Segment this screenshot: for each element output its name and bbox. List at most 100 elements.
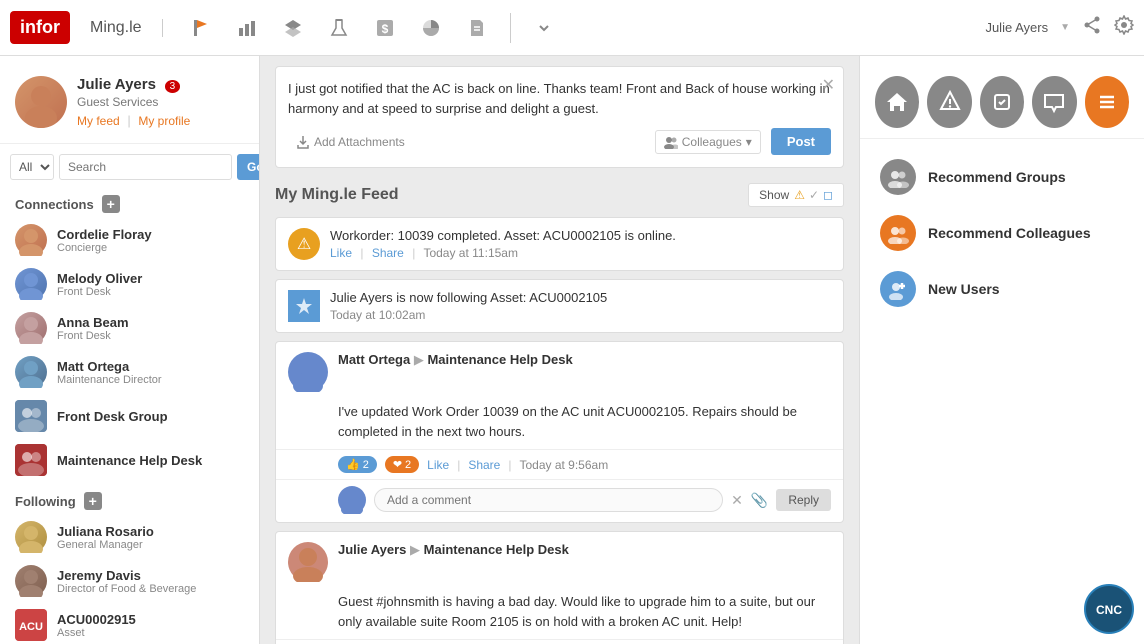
heart-reaction-button[interactable]: ❤2	[385, 456, 419, 473]
profile-section: Julie Ayers 3 Guest Services My feed | M…	[0, 66, 259, 144]
svg-text:$: $	[381, 22, 388, 36]
user-name[interactable]: Julie Ayers	[985, 20, 1048, 35]
share-link[interactable]: Share	[372, 246, 404, 260]
connection-maintenance-group[interactable]: Maintenance Help Desk	[0, 438, 259, 482]
like-link[interactable]: Like	[427, 458, 449, 472]
reply-button[interactable]: Reply	[776, 489, 831, 511]
connection-name: Matt Ortega	[57, 359, 162, 374]
header: infor Ming.le $	[0, 0, 1144, 56]
layers-icon[interactable]	[275, 10, 311, 46]
add-following-button[interactable]: +	[84, 492, 102, 510]
connection-name: Cordelie Floray	[57, 227, 152, 242]
show-label: Show	[759, 188, 789, 202]
new-users-label: New Users	[928, 281, 1000, 297]
compose-text: I just got notified that the AC is back …	[288, 79, 831, 118]
avatar	[15, 565, 47, 597]
feed-meta: Like | Share | Today at 11:15am	[330, 246, 831, 260]
new-users-item[interactable]: New Users	[860, 261, 1144, 317]
avatar	[15, 312, 47, 344]
connections-header: Connections +	[0, 185, 259, 218]
feed-actions: 👍2 ❤1 Like | Delete Post | Share | Today…	[276, 639, 843, 644]
alert-button[interactable]	[927, 76, 971, 128]
close-comment-icon[interactable]: ✕	[731, 492, 743, 509]
chevron-down-icon[interactable]	[526, 10, 562, 46]
list-button[interactable]	[1085, 76, 1129, 128]
feed-author[interactable]: Julie Ayers	[338, 542, 406, 557]
dollar-icon[interactable]: $	[367, 10, 403, 46]
my-profile-link[interactable]: My profile	[138, 114, 190, 128]
colleagues-chevron: ▾	[746, 135, 752, 149]
connection-frontdesk-group[interactable]: Front Desk Group	[0, 394, 259, 438]
comment-input[interactable]	[374, 488, 723, 512]
recommend-colleagues-label: Recommend Colleagues	[928, 225, 1091, 241]
share-link[interactable]: Share	[468, 458, 500, 472]
gear-icon[interactable]	[1114, 15, 1134, 40]
share-icon[interactable]	[1082, 15, 1102, 40]
group-avatar	[15, 400, 47, 432]
avatar	[338, 486, 366, 514]
recommend-colleagues-item[interactable]: Recommend Colleagues	[860, 205, 1144, 261]
task-button[interactable]	[980, 76, 1024, 128]
check-filter-icon[interactable]: ✓	[809, 188, 819, 202]
connection-name: Melody Oliver	[57, 271, 142, 286]
comment-row: ✕ 📎 Reply	[276, 479, 843, 522]
search-go-button[interactable]: Go	[237, 154, 260, 180]
following-name: Juliana Rosario	[57, 524, 154, 539]
pie-chart-icon[interactable]	[413, 10, 449, 46]
profile-info: Julie Ayers 3 Guest Services My feed | M…	[77, 76, 190, 128]
my-feed-link[interactable]: My feed	[77, 114, 120, 128]
following-title: Director of Food & Beverage	[57, 583, 196, 595]
flask-icon[interactable]	[321, 10, 357, 46]
add-connection-button[interactable]: +	[102, 195, 120, 213]
feed-author[interactable]: Matt Ortega	[338, 352, 410, 367]
connection-matt[interactable]: Matt Ortega Maintenance Director	[0, 350, 259, 394]
home-button[interactable]	[875, 76, 919, 128]
add-attachments-button[interactable]: Add Attachments	[288, 131, 413, 153]
feed-item: Julie Ayers is now following Asset: ACU0…	[275, 279, 844, 333]
flag-icon[interactable]	[183, 10, 219, 46]
feed-header: My Ming.le Feed Show ⚠ ✓ ◻	[275, 183, 844, 207]
recommend-groups-label: Recommend Groups	[928, 169, 1066, 185]
feed-group[interactable]: Maintenance Help Desk	[424, 542, 569, 557]
right-sidebar: Recommend Groups Recommend Colleagues Ne…	[859, 56, 1144, 644]
avatar	[15, 268, 47, 300]
following-juliana[interactable]: Juliana Rosario General Manager	[0, 515, 259, 559]
feed-group[interactable]: Maintenance Help Desk	[427, 352, 572, 367]
close-icon[interactable]: ✕	[822, 75, 835, 95]
search-filter[interactable]: All	[10, 154, 54, 180]
following-asset[interactable]: ACU ACU0002915 Asset	[0, 603, 259, 644]
file-icon[interactable]	[459, 10, 495, 46]
user-chevron[interactable]: ▼	[1060, 22, 1070, 33]
chat-filter-icon[interactable]: ◻	[823, 188, 833, 202]
infor-logo: infor	[10, 11, 70, 44]
feed-meta: Today at 10:02am	[330, 308, 831, 322]
nav-separator	[510, 13, 511, 43]
thumbs-reaction-button[interactable]: 👍2	[338, 456, 377, 473]
following-jeremy[interactable]: Jeremy Davis Director of Food & Beverage	[0, 559, 259, 603]
bar-chart-icon[interactable]	[229, 10, 265, 46]
profile-links: My feed | My profile	[77, 113, 190, 128]
colleagues-button[interactable]: Colleagues ▾	[655, 130, 761, 154]
post-button[interactable]: Post	[771, 128, 831, 155]
show-filter-button[interactable]: Show ⚠ ✓ ◻	[748, 183, 844, 207]
colleagues-label: Colleagues	[682, 135, 742, 149]
connection-melody[interactable]: Melody Oliver Front Desk	[0, 262, 259, 306]
search-input[interactable]	[59, 154, 232, 180]
header-right: Julie Ayers ▼	[985, 15, 1134, 40]
feed-body: Guest #johnsmith is having a bad day. Wo…	[276, 592, 843, 639]
recommend-section: Recommend Groups Recommend Colleagues Ne…	[860, 139, 1144, 327]
message-button[interactable]	[1032, 76, 1076, 128]
like-link[interactable]: Like	[330, 246, 352, 260]
avatar	[15, 521, 47, 553]
warning-filter-icon[interactable]: ⚠	[794, 188, 805, 202]
connection-cordelie[interactable]: Cordelie Floray Concierge	[0, 218, 259, 262]
recommend-groups-item[interactable]: Recommend Groups	[860, 149, 1144, 205]
profile-title: Guest Services	[77, 95, 190, 109]
attach-comment-icon[interactable]: 📎	[751, 492, 768, 509]
avatar	[15, 76, 67, 128]
group-avatar	[15, 444, 47, 476]
connection-anna[interactable]: Anna Beam Front Desk	[0, 306, 259, 350]
asset-avatar: ACU	[15, 609, 47, 641]
svg-text:CNC: CNC	[1096, 603, 1122, 617]
new-users-icon	[880, 271, 916, 307]
